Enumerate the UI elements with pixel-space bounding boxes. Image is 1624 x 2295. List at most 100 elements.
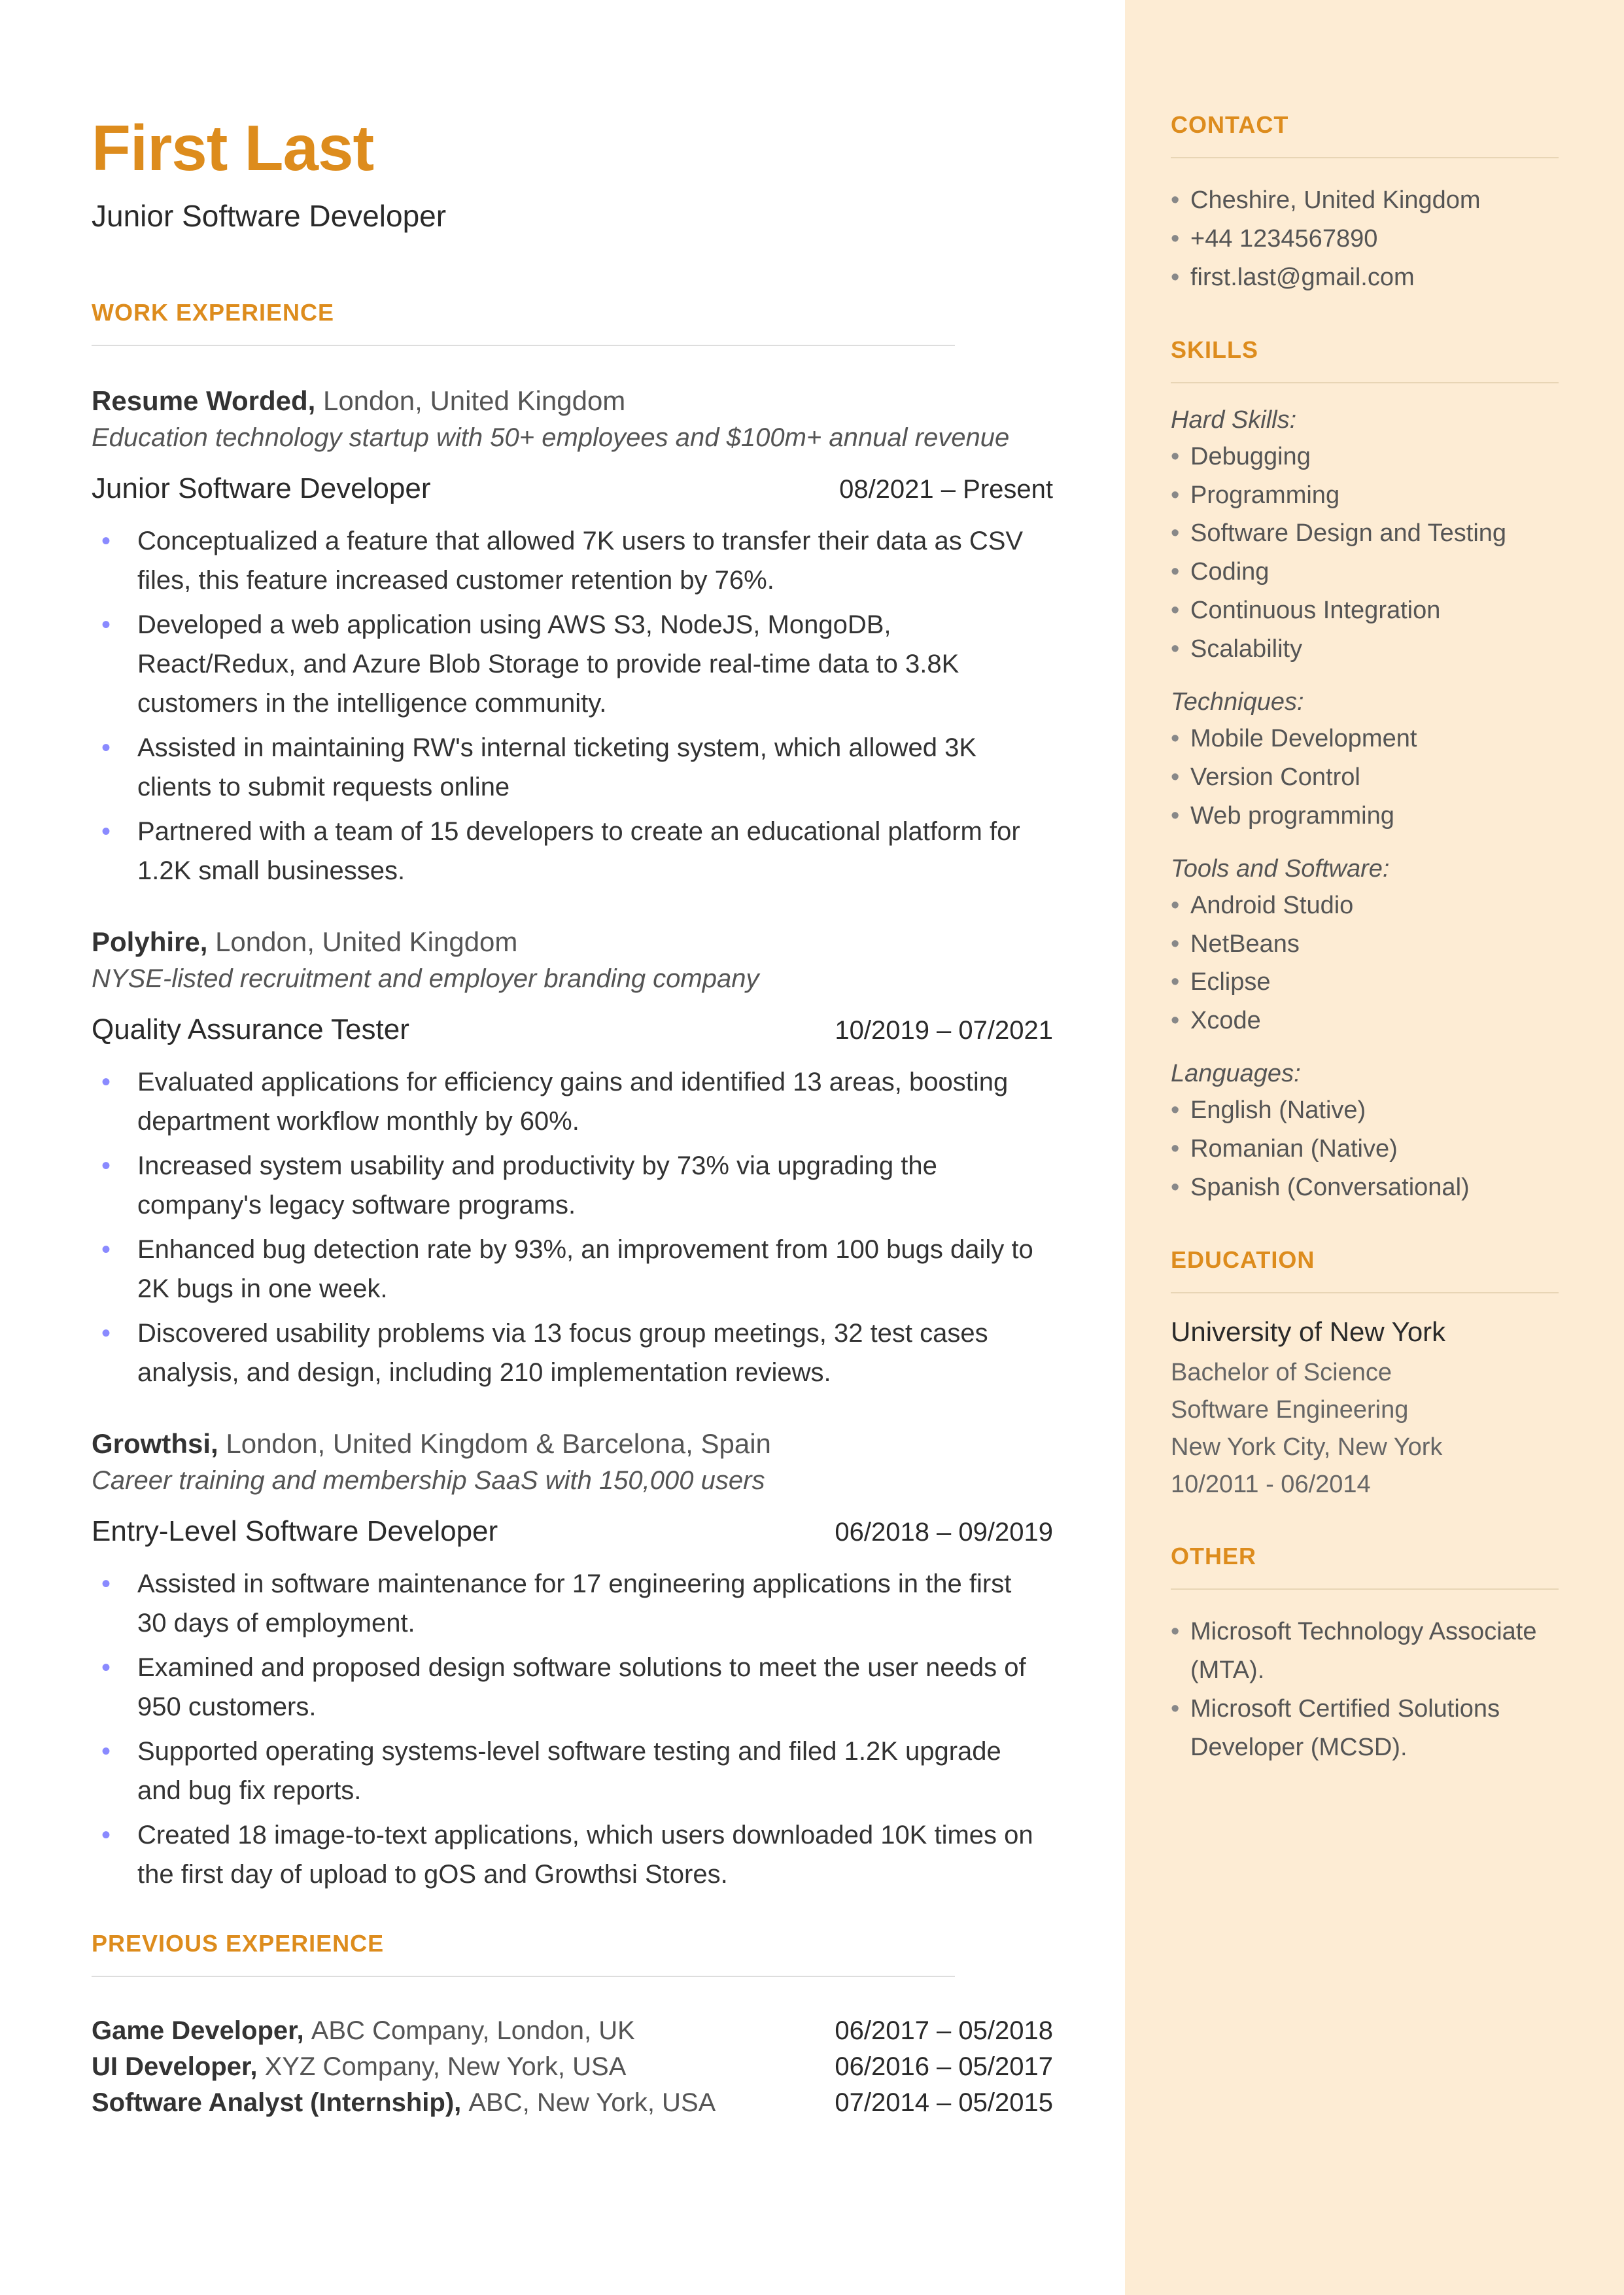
previous-role-company: Game Developer, ABC Company, London, UK bbox=[92, 2016, 635, 2046]
skill-item: Xcode bbox=[1171, 1002, 1559, 1040]
education-header: EDUCATION bbox=[1171, 1246, 1559, 1274]
contact-section: CONTACT Cheshire, United Kingdom+44 1234… bbox=[1171, 111, 1559, 297]
job-entry: Resume Worded, London, United Kingdom Edu… bbox=[92, 385, 1060, 890]
job-bullets: Conceptualized a feature that allowed 7K… bbox=[92, 521, 1060, 890]
skill-item: Coding bbox=[1171, 553, 1559, 591]
job-bullet: Examined and proposed design software so… bbox=[137, 1648, 1060, 1726]
job-role-row: Quality Assurance Tester 10/2019 – 07/202… bbox=[92, 1013, 1060, 1046]
work-experience-header: WORK EXPERIENCE bbox=[92, 299, 1060, 326]
job-bullets: Assisted in software maintenance for 17 … bbox=[92, 1564, 1060, 1894]
contact-list: Cheshire, United Kingdom+44 1234567890fi… bbox=[1171, 181, 1559, 297]
education-school: University of New York bbox=[1171, 1316, 1559, 1348]
previous-role-company: UI Developer, XYZ Company, New York, USA bbox=[92, 2052, 626, 2082]
skill-item: Web programming bbox=[1171, 797, 1559, 835]
job-bullet: Assisted in software maintenance for 17 … bbox=[137, 1564, 1060, 1643]
previous-dates: 06/2017 – 05/2018 bbox=[835, 2016, 1060, 2046]
previous-experience-header: PREVIOUS EXPERIENCE bbox=[92, 1930, 1060, 1957]
contact-item: first.last@gmail.com bbox=[1171, 258, 1559, 297]
job-role-row: Entry-Level Software Developer 06/2018 – … bbox=[92, 1515, 1060, 1548]
education-dates: 10/2011 - 06/2014 bbox=[1171, 1466, 1559, 1503]
previous-row: UI Developer, XYZ Company, New York, USA… bbox=[92, 2052, 1060, 2082]
skill-item: English (Native) bbox=[1171, 1091, 1559, 1130]
job-bullet: Discovered usability problems via 13 foc… bbox=[137, 1314, 1060, 1392]
techniques-label: Techniques: bbox=[1171, 688, 1559, 716]
skills-section: SKILLS Hard Skills: DebuggingProgramming… bbox=[1171, 336, 1559, 1207]
job-company-line: Growthsi, London, United Kingdom & Barce… bbox=[92, 1428, 1060, 1460]
contact-item: +44 1234567890 bbox=[1171, 220, 1559, 258]
previous-container: Game Developer, ABC Company, London, UK 0… bbox=[92, 2016, 1060, 2118]
hard-skills-label: Hard Skills: bbox=[1171, 406, 1559, 434]
skill-item: Romanian (Native) bbox=[1171, 1130, 1559, 1168]
divider bbox=[92, 345, 955, 346]
job-dates: 06/2018 – 09/2019 bbox=[835, 1518, 1060, 1547]
skill-item: Spanish (Conversational) bbox=[1171, 1168, 1559, 1207]
job-dates: 08/2021 – Present bbox=[839, 475, 1060, 504]
skill-item: Version Control bbox=[1171, 758, 1559, 797]
other-item: Microsoft Certified Solutions Developer … bbox=[1171, 1690, 1559, 1767]
job-bullet: Increased system usability and productiv… bbox=[137, 1146, 1060, 1225]
education-section: EDUCATION University of New York Bachelo… bbox=[1171, 1246, 1559, 1503]
job-bullet: Enhanced bug detection rate by 93%, an i… bbox=[137, 1230, 1060, 1308]
job-role-row: Junior Software Developer 08/2021 – Prese… bbox=[92, 472, 1060, 505]
previous-dates: 07/2014 – 05/2015 bbox=[835, 2088, 1060, 2118]
skill-item: NetBeans bbox=[1171, 925, 1559, 964]
divider bbox=[1171, 1292, 1559, 1293]
previous-row: Software Analyst (Internship), ABC, New … bbox=[92, 2088, 1060, 2118]
job-bullet: Evaluated applications for efficiency ga… bbox=[137, 1062, 1060, 1141]
skill-item: Debugging bbox=[1171, 438, 1559, 476]
jobs-container: Resume Worded, London, United Kingdom Edu… bbox=[92, 385, 1060, 1894]
education-location: New York City, New York bbox=[1171, 1429, 1559, 1466]
job-description: Career training and membership SaaS with… bbox=[92, 1466, 1060, 1496]
skill-item: Mobile Development bbox=[1171, 720, 1559, 758]
skills-header: SKILLS bbox=[1171, 336, 1559, 364]
previous-dates: 06/2016 – 05/2017 bbox=[835, 2052, 1060, 2082]
job-description: NYSE-listed recruitment and employer bra… bbox=[92, 964, 1060, 994]
job-dates: 10/2019 – 07/2021 bbox=[835, 1016, 1060, 1045]
contact-header: CONTACT bbox=[1171, 111, 1559, 139]
job-company-line: Polyhire, London, United Kingdom bbox=[92, 926, 1060, 958]
skill-item: Scalability bbox=[1171, 630, 1559, 669]
candidate-title: Junior Software Developer bbox=[92, 198, 1060, 234]
education-field: Software Engineering bbox=[1171, 1392, 1559, 1429]
hard-skills-list: DebuggingProgrammingSoftware Design and … bbox=[1171, 438, 1559, 669]
job-entry: Growthsi, London, United Kingdom & Barce… bbox=[92, 1428, 1060, 1894]
skill-item: Continuous Integration bbox=[1171, 591, 1559, 630]
skill-item: Eclipse bbox=[1171, 963, 1559, 1002]
job-role: Entry-Level Software Developer bbox=[92, 1515, 498, 1548]
skill-item: Programming bbox=[1171, 476, 1559, 515]
job-bullet: Assisted in maintaining RW's internal ti… bbox=[137, 728, 1060, 807]
techniques-list: Mobile DevelopmentVersion ControlWeb pro… bbox=[1171, 720, 1559, 835]
candidate-name: First Last bbox=[92, 111, 1060, 185]
job-company-line: Resume Worded, London, United Kingdom bbox=[92, 385, 1060, 417]
previous-row: Game Developer, ABC Company, London, UK 0… bbox=[92, 2016, 1060, 2046]
divider bbox=[92, 1976, 955, 1977]
divider bbox=[1171, 382, 1559, 383]
job-role: Quality Assurance Tester bbox=[92, 1013, 409, 1046]
previous-role-company: Software Analyst (Internship), ABC, New … bbox=[92, 2088, 716, 2118]
divider bbox=[1171, 1588, 1559, 1590]
tools-list: Android StudioNetBeansEclipseXcode bbox=[1171, 886, 1559, 1041]
job-bullets: Evaluated applications for efficiency ga… bbox=[92, 1062, 1060, 1392]
tools-label: Tools and Software: bbox=[1171, 855, 1559, 883]
languages-label: Languages: bbox=[1171, 1060, 1559, 1088]
job-bullet: Supported operating systems-level softwa… bbox=[137, 1732, 1060, 1810]
sidebar-column: CONTACT Cheshire, United Kingdom+44 1234… bbox=[1125, 0, 1624, 2295]
other-section: OTHER Microsoft Technology Associate (MT… bbox=[1171, 1543, 1559, 1767]
skill-item: Software Design and Testing bbox=[1171, 514, 1559, 553]
job-bullet: Created 18 image-to-text applications, w… bbox=[137, 1815, 1060, 1894]
main-column: First Last Junior Software Developer WOR… bbox=[0, 0, 1125, 2295]
other-header: OTHER bbox=[1171, 1543, 1559, 1570]
job-bullet: Developed a web application using AWS S3… bbox=[137, 605, 1060, 723]
job-bullet: Conceptualized a feature that allowed 7K… bbox=[137, 521, 1060, 600]
other-list: Microsoft Technology Associate (MTA).Mic… bbox=[1171, 1613, 1559, 1767]
languages-list: English (Native)Romanian (Native)Spanish… bbox=[1171, 1091, 1559, 1207]
job-description: Education technology startup with 50+ em… bbox=[92, 423, 1060, 453]
other-item: Microsoft Technology Associate (MTA). bbox=[1171, 1613, 1559, 1690]
education-degree: Bachelor of Science bbox=[1171, 1354, 1559, 1392]
job-bullet: Partnered with a team of 15 developers t… bbox=[137, 812, 1060, 890]
job-entry: Polyhire, London, United Kingdom NYSE-lis… bbox=[92, 926, 1060, 1392]
skill-item: Android Studio bbox=[1171, 886, 1559, 925]
contact-item: Cheshire, United Kingdom bbox=[1171, 181, 1559, 220]
job-role: Junior Software Developer bbox=[92, 472, 430, 505]
divider bbox=[1171, 157, 1559, 158]
